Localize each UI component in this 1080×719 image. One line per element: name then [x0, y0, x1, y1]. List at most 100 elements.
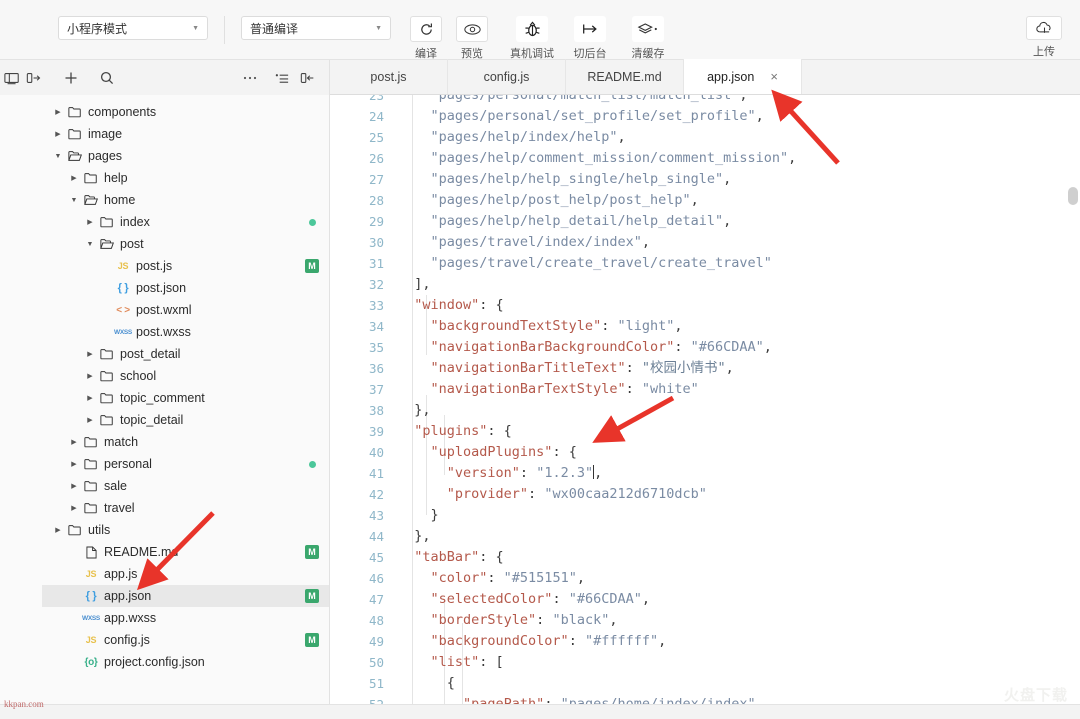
tree-item-post_detail[interactable]: ▶ post_detail [42, 343, 329, 365]
tree-item-personal[interactable]: ▶ personal [42, 453, 329, 475]
search-icon[interactable] [94, 67, 120, 89]
line-number: 28 [368, 193, 384, 208]
tree-item-home[interactable]: ▼ home [42, 189, 329, 211]
tree-item-help[interactable]: ▶ help [42, 167, 329, 189]
tree-item-utils[interactable]: ▶ utils [42, 519, 329, 541]
code-line: { [398, 673, 1080, 694]
tree-item-post-json[interactable]: { } post.json [42, 277, 329, 299]
tree-item-config-js[interactable]: JS config.js M [42, 629, 329, 651]
tree-item-post[interactable]: ▼ post [42, 233, 329, 255]
chevron-right-icon[interactable]: ▶ [84, 372, 96, 380]
tree-item-label: project.config.json [104, 655, 205, 669]
chevron-right-icon[interactable]: ▶ [84, 350, 96, 358]
add-icon[interactable] [58, 67, 84, 89]
device-debug-button[interactable]: 真机调试 [503, 16, 561, 61]
line-number: 31 [368, 256, 384, 271]
panel-layout-icon[interactable] [4, 69, 20, 86]
wxml-file-icon: < > [116, 304, 130, 316]
tree-item-label: post [120, 237, 144, 251]
tree-item-post-wxml[interactable]: < > post.wxml [42, 299, 329, 321]
chevron-right-icon[interactable]: ▶ [52, 526, 64, 534]
code-line: "list": [ [398, 652, 1080, 673]
tree-item-app-wxss[interactable]: WXSS app.wxss [42, 607, 329, 629]
chevron-right-icon[interactable]: ▶ [52, 108, 64, 116]
chevron-right-icon[interactable]: ▶ [84, 394, 96, 402]
tree-item-image[interactable]: ▶ image [42, 123, 329, 145]
line-number: 32 [368, 277, 384, 292]
tree-item-pages[interactable]: ▼ pages [42, 145, 329, 167]
file-explorer-tree[interactable]: ▶ components ▶ image ▼ pages ▶ help ▼ home ▶ index ▼… [42, 95, 330, 704]
folder-icon [80, 480, 102, 492]
code-token: : { [552, 444, 577, 460]
chevron-right-icon[interactable]: ▶ [84, 416, 96, 424]
chevron-right-icon[interactable]: ▶ [84, 218, 96, 226]
upload-button-label: 上传 [1033, 46, 1055, 58]
tree-item-travel[interactable]: ▶ travel [42, 497, 329, 519]
tree-item-sale[interactable]: ▶ sale [42, 475, 329, 497]
editor-tab-config-js[interactable]: config.js [448, 59, 566, 94]
folder-icon [96, 370, 118, 382]
chevron-right-icon[interactable]: ▶ [68, 482, 80, 490]
clear-cache-button[interactable]: 清缓存 [619, 16, 677, 61]
code-token: "1.2.3" [536, 465, 594, 481]
code-line: "pages/help/post_help/post_help", [398, 190, 1080, 211]
close-icon[interactable]: × [770, 69, 778, 84]
tree-item-label: home [104, 193, 136, 207]
chevron-down-icon[interactable]: ▼ [52, 153, 64, 160]
code-token: "pages/personal/match_list/match_list" [398, 95, 740, 103]
code-token: , [755, 108, 764, 124]
expand-right-icon[interactable] [26, 69, 42, 86]
chevron-down-icon: ▼ [375, 24, 382, 32]
editor-tab-app-json[interactable]: app.json × [684, 59, 802, 94]
line-number-gutter: 23 24 25 26 27 28 29 30 31 32 33 34 35 36 37 38 39 40 41 42… [330, 95, 398, 704]
editor-tab-post-js[interactable]: post.js [330, 59, 448, 94]
tree-item-README-md[interactable]: README.md M [42, 541, 329, 563]
wechat-devtools-window: 小程序模式 ▼ 普通编译 ▼ 编译 预览 真机调试 切后台 清缓存 上传 ▶ c… [0, 0, 1080, 719]
preview-button[interactable]: 预览 [449, 16, 495, 61]
code-editor[interactable]: 23 24 25 26 27 28 29 30 31 32 33 34 35 36 37 38 39 40 41 42… [330, 95, 1080, 704]
compile-button[interactable]: 编译 [403, 16, 449, 61]
editor-tab-README-md[interactable]: README.md [566, 59, 684, 94]
chevron-right-icon[interactable]: ▶ [52, 130, 64, 138]
chevron-down-icon[interactable]: ▼ [68, 197, 80, 204]
switch-background-button[interactable]: 切后台 [561, 16, 619, 61]
tree-item-post-wxss[interactable]: WXSS post.wxss [42, 321, 329, 343]
compile-select[interactable]: 普通编译 ▼ [241, 16, 391, 40]
modified-badge: M [305, 633, 319, 647]
tree-item-app-json[interactable]: { } app.json M [42, 585, 329, 607]
chevron-down-icon[interactable]: ▼ [84, 241, 96, 248]
tree-item-app-js[interactable]: JS app.js [42, 563, 329, 585]
code-token: "pages/help/index/help" [398, 129, 618, 145]
code-token: , [788, 150, 797, 166]
collapse-left-icon[interactable] [295, 67, 321, 89]
tree-item-topic_comment[interactable]: ▶ topic_comment [42, 387, 329, 409]
mode-select[interactable]: 小程序模式 ▼ [58, 16, 208, 40]
code-line: "navigationBarTitleText": "校园小情书", [398, 358, 1080, 379]
line-number: 26 [368, 151, 384, 166]
tree-item-topic_detail[interactable]: ▶ topic_detail [42, 409, 329, 431]
code-token: : [536, 612, 553, 628]
tree-item-components[interactable]: ▶ components [42, 101, 329, 123]
watermark-right: 火盘下载 [1003, 687, 1068, 704]
upload-button[interactable]: 上传 [1026, 16, 1062, 59]
chevron-right-icon[interactable]: ▶ [68, 438, 80, 446]
folder-icon [64, 106, 86, 118]
editor-scrollbar-thumb[interactable] [1068, 187, 1078, 205]
tree-item-school[interactable]: ▶ school [42, 365, 329, 387]
tree-item-post-js[interactable]: JS post.js M [42, 255, 329, 277]
code-token: : [625, 381, 642, 397]
tree-item-match[interactable]: ▶ match [42, 431, 329, 453]
editor-tab-label: app.json [707, 69, 755, 84]
chevron-right-icon[interactable]: ▶ [68, 174, 80, 182]
tree-item-index[interactable]: ▶ index [42, 211, 329, 233]
collapse-list-icon[interactable] [269, 67, 295, 89]
tree-item-project-config-json[interactable]: {o} project.config.json [42, 651, 329, 673]
left-rail [0, 60, 42, 95]
code-token: "校园小情书" [641, 360, 726, 376]
chevron-right-icon[interactable]: ▶ [68, 460, 80, 468]
chevron-down-icon: ▼ [192, 24, 199, 32]
chevron-right-icon[interactable]: ▶ [68, 504, 80, 512]
more-icon[interactable] [237, 67, 263, 89]
editor-tab-bar[interactable]: post.js config.js README.md app.json × [330, 59, 1080, 95]
code-lines: "pages/personal/match_list/match_list", … [398, 95, 1080, 704]
